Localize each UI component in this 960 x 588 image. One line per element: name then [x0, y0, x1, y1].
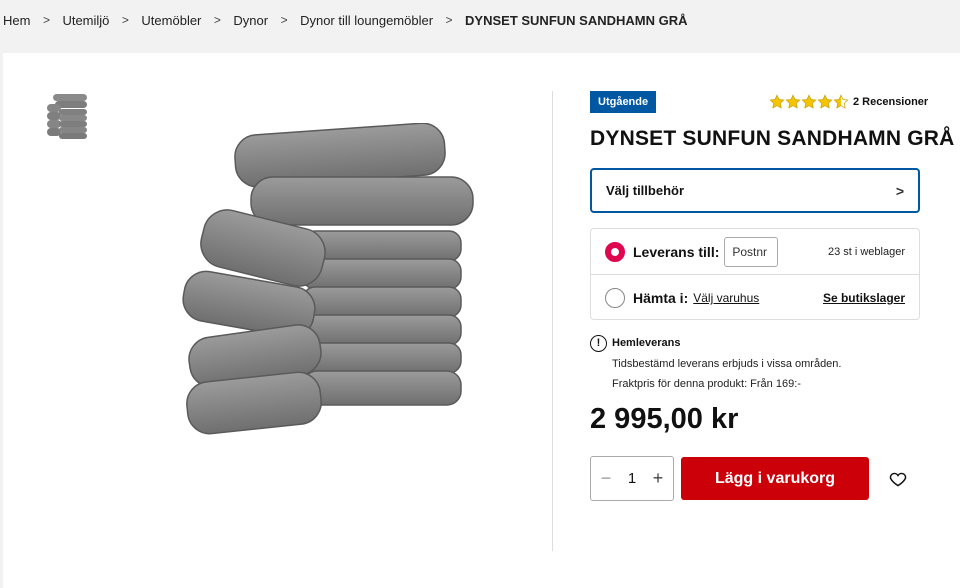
chevron-right-icon: > — [445, 13, 453, 27]
chevron-right-icon: > — [42, 13, 50, 27]
chevron-right-icon: > — [213, 13, 221, 27]
status-badge: Utgående — [590, 91, 657, 113]
breadcrumb-item-dynor[interactable]: Dynor — [233, 13, 268, 28]
breadcrumb-item-utemiljo[interactable]: Utemiljö — [62, 13, 109, 28]
chevron-right-icon: > — [280, 13, 288, 27]
product-rating[interactable]: 2 Recensioner — [769, 92, 928, 112]
postnr-input[interactable] — [724, 236, 779, 267]
star-icon — [801, 94, 817, 109]
minus-icon[interactable]: − — [597, 468, 615, 489]
breadcrumb: Hem > Utemiljö > Utemöbler > Dynor > Dyn… — [0, 0, 960, 40]
rating-stars — [769, 94, 849, 110]
product-card: Utgående 2 Recensioner DYNSET SUNFUN SAN… — [3, 53, 960, 588]
plus-icon[interactable]: + — [649, 468, 667, 489]
add-to-cart-button[interactable]: Lägg i varukorg — [681, 457, 869, 500]
product-price: 2 995,00 kr — [590, 403, 739, 435]
breadcrumb-item-hem[interactable]: Hem — [3, 13, 30, 28]
pickup-radio[interactable] — [605, 288, 625, 308]
delivery-option-home[interactable]: Leverans till: 23 st i weblager — [591, 229, 919, 275]
delivery-radio[interactable] — [605, 241, 625, 262]
quantity-value[interactable]: 1 — [628, 470, 636, 487]
info-line: Tidsbestämd leverans erbjuds i vissa omr… — [612, 358, 842, 370]
delivery-option-pickup[interactable]: Hämta i: Välj varuhus Se butikslager — [591, 275, 919, 321]
breadcrumb-item-utemobler[interactable]: Utemöbler — [141, 13, 201, 28]
product-image[interactable] — [173, 123, 493, 443]
star-icon — [785, 94, 801, 109]
breadcrumb-item-current: DYNSET SUNFUN SANDHAMN GRÅ — [465, 12, 688, 28]
info-title: Hemleverans — [612, 337, 681, 349]
chevron-right-icon: > — [121, 13, 129, 27]
choose-accessories-label: Välj tillbehör — [606, 183, 685, 198]
quantity-stepper: − 1 + — [590, 456, 674, 501]
divider — [552, 91, 553, 551]
heart-icon[interactable] — [888, 469, 908, 489]
info-icon: ! — [590, 335, 607, 352]
pickup-label: Hämta i: — [633, 290, 689, 306]
delivery-label: Leverans till: — [633, 243, 720, 260]
store-stock-link[interactable]: Se butikslager — [823, 291, 905, 305]
star-icon — [817, 94, 833, 109]
choose-store-link[interactable]: Välj varuhus — [693, 291, 759, 305]
web-stock-text: 23 st i weblager — [827, 245, 905, 258]
star-icon — [769, 94, 785, 109]
product-title: DYNSET SUNFUN SANDHAMN GRÅ — [590, 127, 955, 150]
breadcrumb-item-lounge[interactable]: Dynor till loungemöbler — [300, 13, 433, 28]
reviews-link[interactable]: 2 Recensioner — [853, 96, 928, 108]
info-line: Fraktpris för denna produkt: Från 169:- — [612, 378, 801, 390]
choose-accessories-button[interactable]: Välj tillbehör > — [590, 168, 920, 213]
delivery-options: Leverans till: 23 st i weblager Hämta i:… — [590, 228, 920, 320]
product-thumbnail[interactable] — [43, 92, 93, 142]
star-icon — [833, 94, 849, 109]
chevron-right-icon: > — [895, 182, 904, 199]
